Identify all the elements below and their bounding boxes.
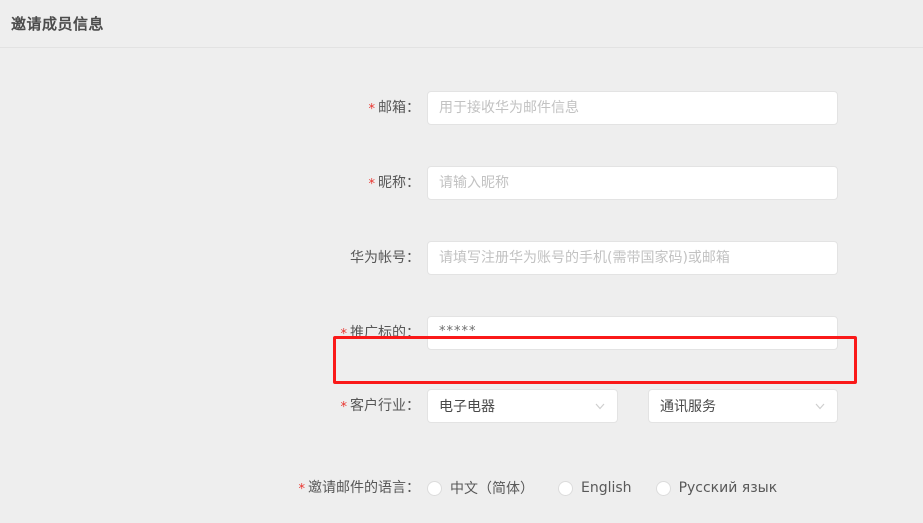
customer-industry-primary-value: 电子电器 [439,399,495,415]
email-language-radio-group: 中文（简体） English Русский язык [427,471,777,505]
radio-circle-icon [427,480,442,496]
label-email-text: 邮箱： [378,100,420,116]
radio-option-english[interactable]: English [558,480,632,496]
chevron-down-icon [594,400,606,412]
form-row-customer-industry: * 客户行业： 电子电器 通讯服务 [0,389,923,423]
label-nickname: * 昵称： [0,166,421,200]
customer-industry-primary-select[interactable]: 电子电器 [427,389,618,423]
form-row-email: * 邮箱： [0,91,923,125]
form-row-promotion-target: * 推广标的： ***** [0,316,923,350]
label-customer-industry: * 客户行业： [0,389,421,423]
label-email-language-text: 邀请邮件的语言： [308,480,420,496]
label-promotion-target: * 推广标的： [0,316,421,350]
required-marker-promotion-target: * [340,327,348,342]
label-nickname-text: 昵称： [378,175,420,191]
label-promotion-target-text: 推广标的： [350,325,420,341]
promotion-target-value[interactable]: ***** [427,316,838,350]
huawei-account-input[interactable] [427,241,838,275]
chevron-down-icon [814,400,826,412]
required-marker-email-language: * [298,482,306,497]
customer-industry-secondary-value: 通讯服务 [660,399,716,415]
radio-option-chinese[interactable]: 中文（简体） [427,478,534,498]
form-row-huawei-account: 华为帐号： [0,241,923,275]
required-marker-email: * [368,102,376,117]
page-title: 邀请成员信息 [11,15,105,33]
nickname-input[interactable] [427,166,838,200]
customer-industry-secondary-select[interactable]: 通讯服务 [648,389,838,423]
radio-circle-icon [558,480,573,496]
radio-circle-icon [655,480,671,496]
radio-label-russian: Русский язык [678,480,778,496]
radio-label-chinese: 中文（简体） [450,481,534,497]
required-marker-nickname: * [368,177,376,192]
form-row-email-language: * 邀请邮件的语言： 中文（简体） English Русский язык [0,471,923,505]
label-email: * 邮箱： [0,91,421,125]
invite-member-form: *邮箱： *昵称： 华为帐号： *推广标的： ***** *客户行业： 电子电器 [0,49,923,523]
form-row-nickname: * 昵称： [0,166,923,200]
label-huawei-account-text: 华为帐号： [350,250,420,266]
radio-label-english: English [581,480,632,496]
email-input[interactable] [427,91,838,125]
invite-member-page: 邀请成员信息 *邮箱： *昵称： 华为帐号： *推广标的： ***** *客户行… [0,0,923,523]
label-customer-industry-text: 客户行业： [350,398,420,414]
label-huawei-account: 华为帐号： [0,241,420,275]
page-header: 邀请成员信息 [0,0,923,48]
required-marker-customer-industry: * [340,400,348,415]
radio-option-russian[interactable]: Русский язык [655,480,778,496]
label-email-language: * 邀请邮件的语言： [0,471,421,505]
